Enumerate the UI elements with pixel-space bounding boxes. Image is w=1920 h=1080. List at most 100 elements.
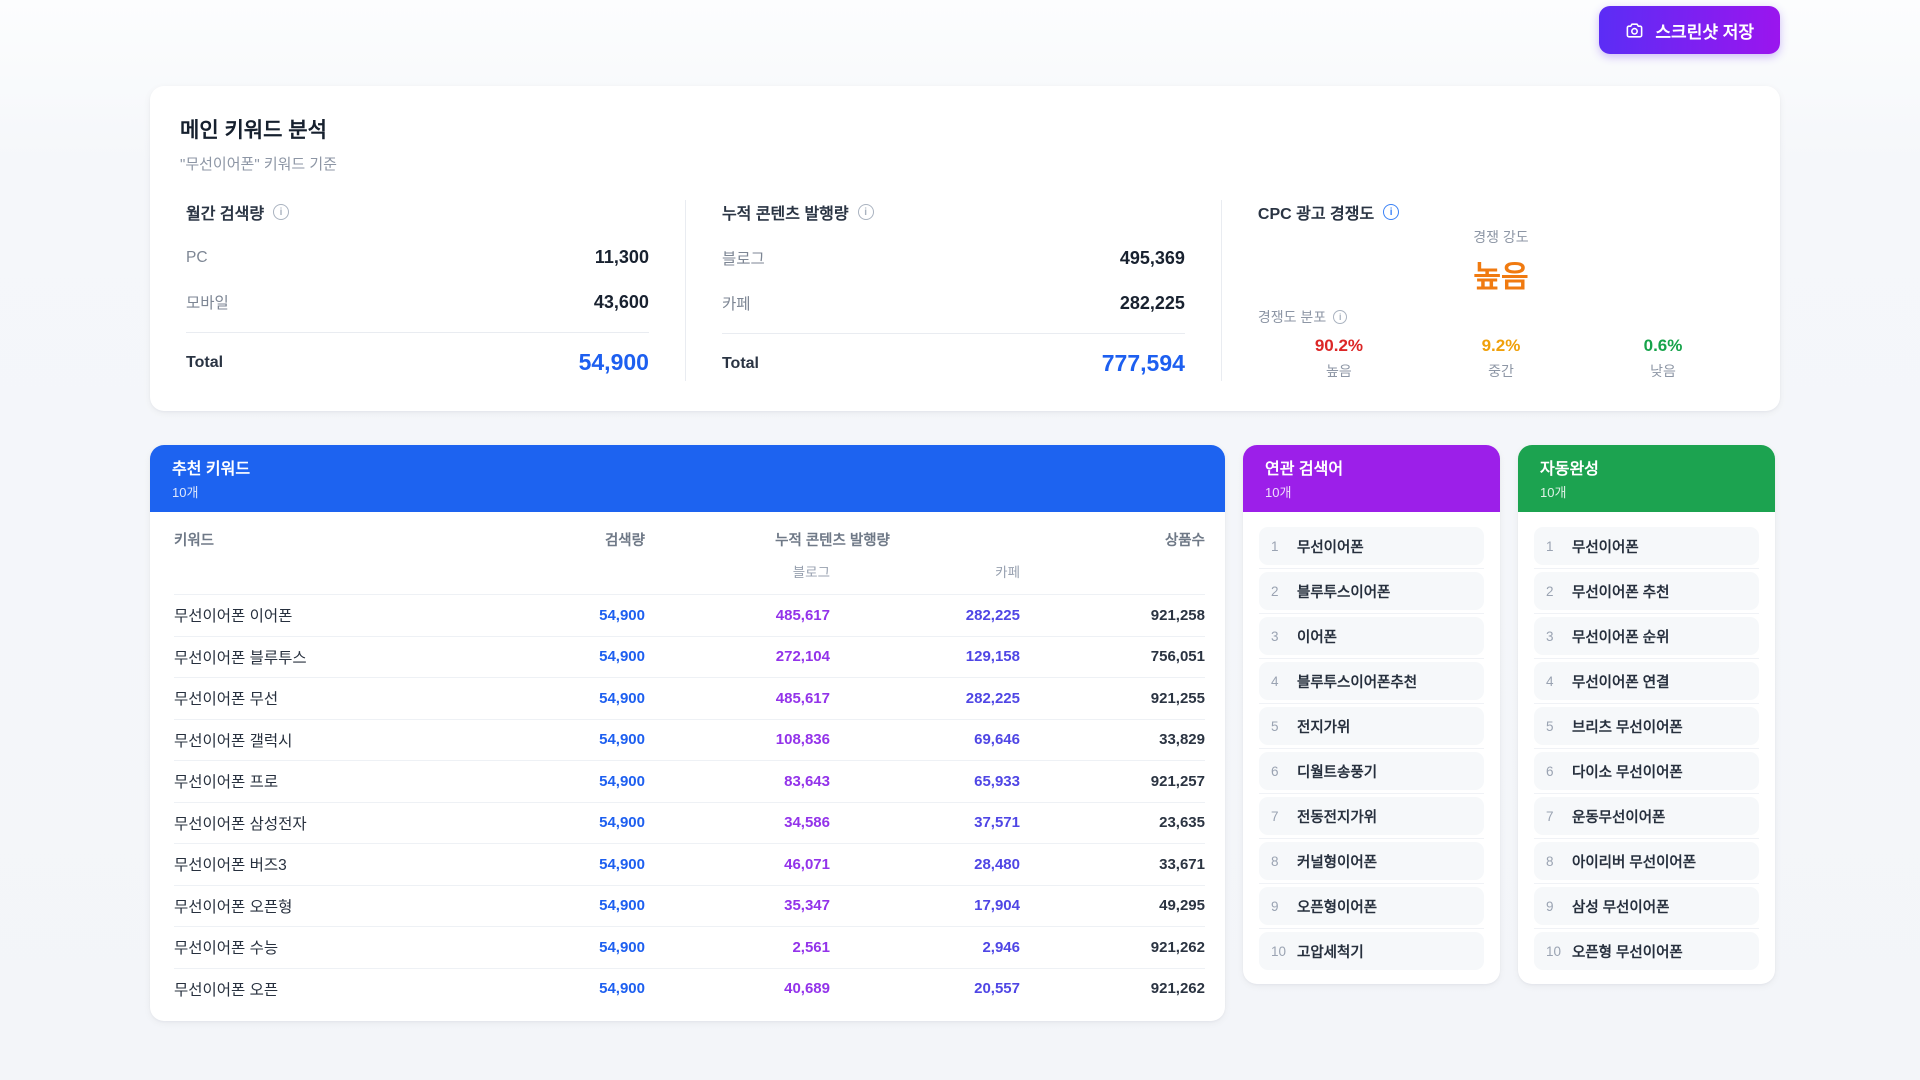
item-rank: 6 [1546,764,1572,779]
table-row[interactable]: 무선이어폰 블루투스 54,900 272,104 129,158 756,05… [174,636,1205,678]
cell-cafe: 282,225 [830,607,1020,624]
cell-search: 54,900 [480,773,645,790]
cell-products: 921,262 [1020,939,1205,956]
list-item[interactable]: 9오픈형이어폰 [1259,887,1484,925]
cell-blog: 83,643 [645,773,830,790]
table-row[interactable]: 무선이어폰 프로 54,900 83,643 65,933 921,257 [174,760,1205,802]
list-item[interactable]: 8아이리버 무선이어폰 [1534,842,1759,880]
list-item[interactable]: 10오픈형 무선이어폰 [1534,932,1759,970]
competition-strength: 경쟁 강도 높음 [1258,227,1744,296]
list-item[interactable]: 2블루투스이어폰 [1259,572,1484,610]
item-rank: 10 [1546,944,1572,959]
cell-blog: 272,104 [645,648,830,665]
cell-cafe: 282,225 [830,690,1020,707]
info-icon[interactable]: i [1383,204,1399,220]
info-icon[interactable]: i [1333,310,1347,324]
bottom-cards-row: 추천 키워드 10개 키워드 검색량 누적 콘텐츠 발행량 상품수 블로그 카페 [150,445,1780,1021]
distribution-name: 중간 [1420,361,1582,381]
list-item[interactable]: 9삼성 무선이어폰 [1534,887,1759,925]
cell-search: 54,900 [480,690,645,707]
list-item[interactable]: 6디월트송풍기 [1259,752,1484,790]
list-item[interactable]: 4블루투스이어폰추천 [1259,662,1484,700]
table-row[interactable]: 무선이어폰 오픈 54,900 40,689 20,557 921,262 [174,968,1205,1010]
col-content: 누적 콘텐츠 발행량 [645,529,1020,550]
page-subtitle: "무선이어폰" 키워드 기준 [180,153,1750,174]
cell-products: 921,257 [1020,773,1205,790]
list-item[interactable]: 2무선이어폰 추천 [1534,572,1759,610]
item-text: 오픈형 무선이어폰 [1572,941,1683,962]
cell-keyword: 무선이어폰 블루투스 [174,646,480,668]
list-item[interactable]: 7운동무선이어폰 [1534,797,1759,835]
screenshot-save-button[interactable]: 스크린샷 저장 [1599,6,1780,54]
cell-blog: 34,586 [645,814,830,831]
item-text: 무선이어폰 [1572,536,1639,557]
stat-value: 495,369 [1120,248,1185,269]
list-item[interactable]: 3이어폰 [1259,617,1484,655]
item-text: 운동무선이어폰 [1572,806,1665,827]
item-rank: 7 [1271,809,1297,824]
cell-blog: 485,617 [645,690,830,707]
list-item[interactable]: 5전지가위 [1259,707,1484,745]
info-icon[interactable]: i [273,204,289,220]
list-item[interactable]: 8커널형이어폰 [1259,842,1484,880]
table-row[interactable]: 무선이어폰 수능 54,900 2,561 2,946 921,262 [174,926,1205,968]
item-text: 브리츠 무선이어폰 [1572,716,1683,737]
stat-label: 카페 [722,292,751,314]
distribution-item-high: 90.2% 높음 [1258,336,1420,381]
card-title: 추천 키워드 [172,455,1203,479]
distribution-label: 경쟁도 분포 [1258,307,1326,327]
monthly-search-title-row: 월간 검색량 i [186,200,649,224]
cell-cafe: 17,904 [830,897,1020,914]
item-text: 디월트송풍기 [1297,761,1377,782]
table-row[interactable]: 무선이어폰 무선 54,900 485,617 282,225 921,255 [174,677,1205,719]
cell-keyword: 무선이어폰 삼성전자 [174,812,480,834]
cell-search: 54,900 [480,939,645,956]
cell-blog: 35,347 [645,897,830,914]
recommended-keywords-header: 추천 키워드 10개 [150,445,1225,512]
table-row[interactable]: 무선이어폰 오픈형 54,900 35,347 17,904 49,295 [174,885,1205,927]
page: 스크린샷 저장 메인 키워드 분석 "무선이어폰" 키워드 기준 월간 검색량 … [0,0,1920,1080]
list-item[interactable]: 7전동전지가위 [1259,797,1484,835]
item-rank: 9 [1271,899,1297,914]
cumulative-content-title-row: 누적 콘텐츠 발행량 i [722,200,1185,224]
table-row[interactable]: 무선이어폰 버즈3 54,900 46,071 28,480 33,671 [174,843,1205,885]
cell-blog: 2,561 [645,939,830,956]
table-row[interactable]: 무선이어폰 삼성전자 54,900 34,586 37,571 23,635 [174,802,1205,844]
distribution-value: 0.6% [1582,336,1744,356]
table-row[interactable]: 무선이어폰 갤럭시 54,900 108,836 69,646 33,829 [174,719,1205,761]
cell-products: 33,671 [1020,856,1205,873]
cell-search: 54,900 [480,980,645,997]
distribution-name: 높음 [1258,361,1420,381]
info-icon[interactable]: i [858,204,874,220]
related-searches-card: 연관 검색어 10개 1무선이어폰 2블루투스이어폰 3이어폰 4블루투스이어폰… [1243,445,1500,984]
stats-row: 월간 검색량 i PC 11,300 모바일 43,600 Total 54, [180,200,1750,381]
list-item[interactable]: 3무선이어폰 순위 [1534,617,1759,655]
list-item[interactable]: 1무선이어폰 [1534,527,1759,565]
table-subheader-row: 블로그 카페 [174,550,1205,594]
cell-search: 54,900 [480,897,645,914]
item-text: 전지가위 [1297,716,1350,737]
total-label: Total [722,355,759,373]
table-row[interactable]: 무선이어폰 이어폰 54,900 485,617 282,225 921,258 [174,594,1205,636]
col-search: 검색량 [480,529,645,550]
cumulative-content-section: 누적 콘텐츠 발행량 i 블로그 495,369 카페 282,225 Tota… [686,200,1221,381]
item-text: 이어폰 [1297,626,1337,647]
main-content: 메인 키워드 분석 "무선이어폰" 키워드 기준 월간 검색량 i PC 11,… [150,86,1780,1021]
section-title: CPC 광고 경쟁도 [1258,200,1374,224]
list-item[interactable]: 1무선이어폰 [1259,527,1484,565]
list-item[interactable]: 10고압세척기 [1259,932,1484,970]
monthly-search-section: 월간 검색량 i PC 11,300 모바일 43,600 Total 54, [180,200,685,381]
cell-keyword: 무선이어폰 오픈 [174,978,480,1000]
cell-cafe: 65,933 [830,773,1020,790]
list-item[interactable]: 6다이소 무선이어폰 [1534,752,1759,790]
list-item[interactable]: 4무선이어폰 연결 [1534,662,1759,700]
stat-value: 43,600 [594,292,649,313]
cell-keyword: 무선이어폰 이어폰 [174,604,480,626]
stat-label: PC [186,249,208,267]
stat-label: 모바일 [186,291,229,313]
cpc-competition-section: CPC 광고 경쟁도 i 경쟁 강도 높음 경쟁도 분포 i 90.2% [1222,200,1750,381]
cell-products: 921,258 [1020,607,1205,624]
strength-value: 높음 [1258,252,1744,296]
cell-search: 54,900 [480,856,645,873]
list-item[interactable]: 5브리츠 무선이어폰 [1534,707,1759,745]
